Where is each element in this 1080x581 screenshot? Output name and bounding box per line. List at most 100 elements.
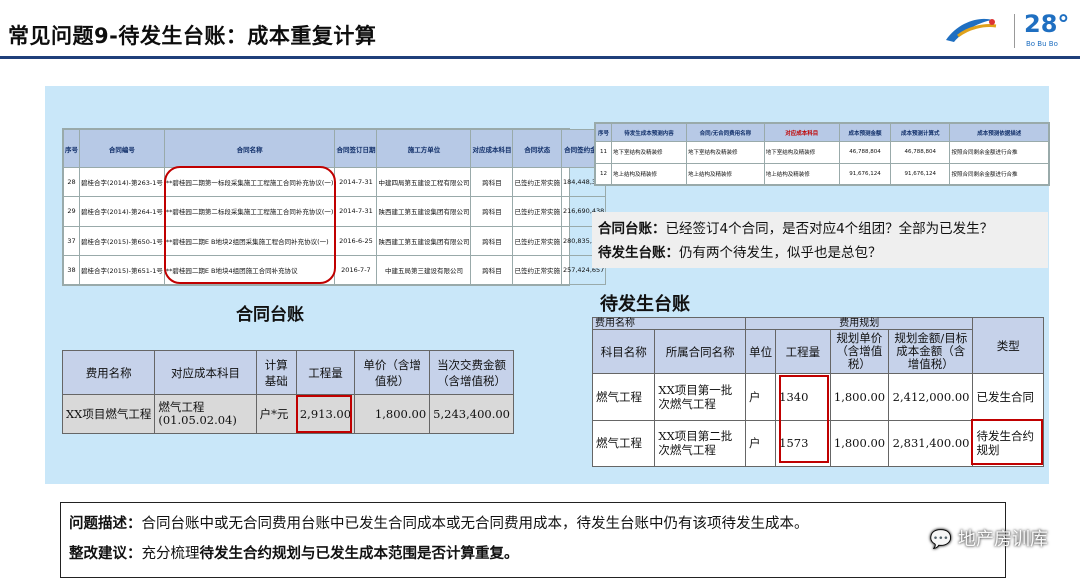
cell: 碧桂合字(2015)-第650-1号 bbox=[79, 225, 165, 256]
pending-ledger-screenshot: 序号 待发生成本预测内容 合同/无合同费用名称 对应成本科目 成本预测金额 成本… bbox=[594, 122, 1050, 186]
cell: 户 bbox=[744, 373, 777, 421]
cell: 地下室结构及精装修 bbox=[763, 141, 840, 164]
col-header: 规划单价（含增值税） bbox=[829, 329, 890, 374]
note-text: 仍有两个待发生，似乎也是总包？ bbox=[679, 245, 882, 261]
table-row: 11 地下室结构及精装修 地下室结构及精装修 地下室结构及精装修 46,788,… bbox=[595, 141, 1049, 164]
cell: 5,243,400.00 bbox=[429, 394, 514, 434]
caption-contract-ledger: 合同台账 bbox=[236, 305, 304, 325]
note-label: 合同台账： bbox=[598, 221, 666, 237]
note-label: 待发生台账： bbox=[598, 245, 679, 261]
cell: 地下室结构及精装修 bbox=[685, 141, 765, 164]
col-header: 计算基础 bbox=[255, 350, 297, 395]
col-header: 对应成本科目 bbox=[763, 123, 840, 142]
cell: 46,788,804 bbox=[838, 141, 892, 164]
cell: 已签约正常实施 bbox=[512, 196, 562, 227]
cell: 地上结构及精装修 bbox=[763, 162, 840, 185]
logo-number: 28° bbox=[1024, 10, 1070, 38]
cell: 已签约正常实施 bbox=[512, 254, 562, 286]
group-header: 费用规划 bbox=[744, 317, 974, 330]
col-header: 合同名称 bbox=[163, 129, 336, 168]
cell: 碧桂合字(2014)-第264-1号 bbox=[79, 196, 165, 227]
watermark: 💬 地产房训库 bbox=[930, 525, 1048, 551]
col-header: 合同签订日期 bbox=[334, 129, 378, 168]
cell: 跨科目 bbox=[470, 254, 514, 286]
col-header: 单价（含增值税） bbox=[354, 350, 431, 395]
col-header: 当次交费金额（含增值税） bbox=[429, 350, 514, 395]
pending-ledger-table: 费用名称 费用规划 类型 科目名称 所属合同名称 单位 工程量 规划单价（含增值… bbox=[591, 317, 1044, 467]
table-row: 28 碧桂合字(2014)-第263-1号 **碧桂园二期第一标段采集施工工程施… bbox=[63, 166, 607, 198]
cell: 地下室结构及精装修 bbox=[611, 141, 687, 164]
cell: 29 bbox=[63, 196, 80, 227]
cell: **碧桂园二期第一标段采集施工工程施工合同补充协议(一) bbox=[163, 166, 336, 198]
col-header: 施工方单位 bbox=[376, 129, 472, 168]
cell: 已签约正常实施 bbox=[512, 225, 562, 256]
col-header: 单位 bbox=[744, 329, 777, 374]
cell: 碧桂合字(2015)-第651-1号 bbox=[79, 254, 165, 286]
cell: 2014-7-31 bbox=[334, 166, 378, 198]
group-header: 费用名称 bbox=[592, 317, 746, 330]
table-row: 燃气工程 XX项目第二批次燃气工程 户 1573 1,800.00 2,831,… bbox=[591, 419, 1044, 467]
col-header: 成本预测金额 bbox=[838, 123, 892, 142]
table-row: XX项目燃气工程 燃气工程 (01.05.02.04) 户*元 2,913.00… bbox=[61, 394, 514, 434]
cell: 37 bbox=[63, 225, 80, 256]
ledger-notes: 合同台账：已经签订4个合同，是否对应4个组团？全部为已发生？ 待发生台账：仍有两… bbox=[592, 212, 1048, 268]
cell: 2014-7-31 bbox=[334, 196, 378, 227]
cell: 按照合同剩余金额进行合推 bbox=[949, 141, 1049, 164]
cell: 碧桂合字(2014)-第263-1号 bbox=[79, 166, 165, 198]
caption-pending-ledger: 待发生台账 bbox=[600, 294, 690, 315]
cell: 陕西建工第五建设集团有限公司 bbox=[376, 225, 472, 256]
cell: **碧桂园二期E B地块2组团采集施工程合同补充协议(一) bbox=[163, 225, 336, 256]
cell: 跨科目 bbox=[470, 166, 514, 198]
col-header: 序号 bbox=[595, 123, 612, 142]
cell: 地上结构及精装修 bbox=[611, 162, 687, 185]
problem-text: 合同台账中或无合同费用台账中已发生合同成本或无合同费用成本，待发生台账中仍有该项… bbox=[141, 516, 809, 532]
title-divider bbox=[0, 56, 1080, 59]
wechat-icon: 💬 bbox=[929, 529, 953, 550]
col-header: 费用名称 bbox=[61, 350, 156, 395]
table-row: 29 碧桂合字(2014)-第264-1号 **碧桂园二期第二标段采集施工工程施… bbox=[63, 196, 607, 227]
col-header: 合同/无合同费用名称 bbox=[685, 123, 765, 142]
cell: **碧桂园二期第二标段采集施工工程施工合同补充协议(一) bbox=[163, 196, 336, 227]
col-header: 成本预测依据描述 bbox=[949, 123, 1049, 142]
col-header: 对应成本科目 bbox=[154, 350, 257, 395]
table-row: 38 碧桂合字(2015)-第651-1号 **碧桂园二期E B地块4组团施工合… bbox=[63, 254, 607, 286]
cell: 1,800.00 bbox=[354, 394, 431, 434]
brand-logo: 28° Bo Bu Bo bbox=[940, 10, 1070, 52]
cell: 已发生合同 bbox=[972, 373, 1044, 421]
col-header: 工程量 bbox=[775, 329, 831, 374]
cell: 跨科目 bbox=[470, 196, 514, 227]
cell: 11 bbox=[595, 141, 612, 164]
note-text: 已经签订4个合同，是否对应4个组团？全部为已发生？ bbox=[665, 221, 994, 237]
cell: 燃气工程 bbox=[591, 373, 656, 421]
cell: 28 bbox=[63, 166, 80, 198]
advice-text: 充分梳理 bbox=[141, 546, 200, 562]
cell: 38 bbox=[63, 254, 80, 286]
cell: 燃气工程 bbox=[591, 419, 656, 467]
contract-ledger-screenshot: 序号 合同编号 合同名称 合同签订日期 施工方单位 对应成本科目 合同状态 合同… bbox=[62, 128, 607, 286]
cell: 2016-7-7 bbox=[334, 254, 378, 286]
col-header: 序号 bbox=[63, 129, 80, 168]
cell: 2016-6-25 bbox=[334, 225, 378, 256]
problem-advice-box: 问题描述：合同台账中或无合同费用台账中已发生合同成本或无合同费用成本，待发生台账… bbox=[60, 502, 1006, 578]
cell: 地上结构及精装修 bbox=[685, 162, 765, 185]
advice-label: 整改建议： bbox=[69, 546, 142, 562]
cell: 户 bbox=[744, 419, 777, 467]
cell: 户*元 bbox=[255, 394, 297, 434]
cell: 陕西建工第五建设集团有限公司 bbox=[376, 196, 472, 227]
cell: XX项目燃气工程 bbox=[61, 394, 156, 434]
watermark-text: 地产房训库 bbox=[958, 529, 1048, 550]
col-header: 规划金额/目标成本金额（含增值税） bbox=[888, 329, 974, 374]
cell: 2,831,400.00 bbox=[888, 419, 974, 467]
logo-sub: Bo Bu Bo bbox=[1026, 40, 1058, 48]
cell: 46,788,804 bbox=[890, 141, 951, 164]
cell: 待发生合约规划 bbox=[972, 419, 1044, 467]
cell: 跨科目 bbox=[470, 225, 514, 256]
problem-label: 问题描述： bbox=[69, 516, 142, 532]
col-header: 科目名称 bbox=[591, 329, 656, 374]
cell: 2,913.00 bbox=[295, 394, 356, 434]
cell: 12 bbox=[595, 162, 612, 185]
cost-ledger-table: 费用名称 对应成本科目 计算基础 工程量 单价（含增值税） 当次交费金额（含增值… bbox=[61, 350, 514, 434]
cell: 1573 bbox=[775, 419, 831, 467]
cell: 1,800.00 bbox=[829, 419, 890, 467]
page-title: 常见问题9-待发生台账：成本重复计算 bbox=[8, 24, 377, 48]
